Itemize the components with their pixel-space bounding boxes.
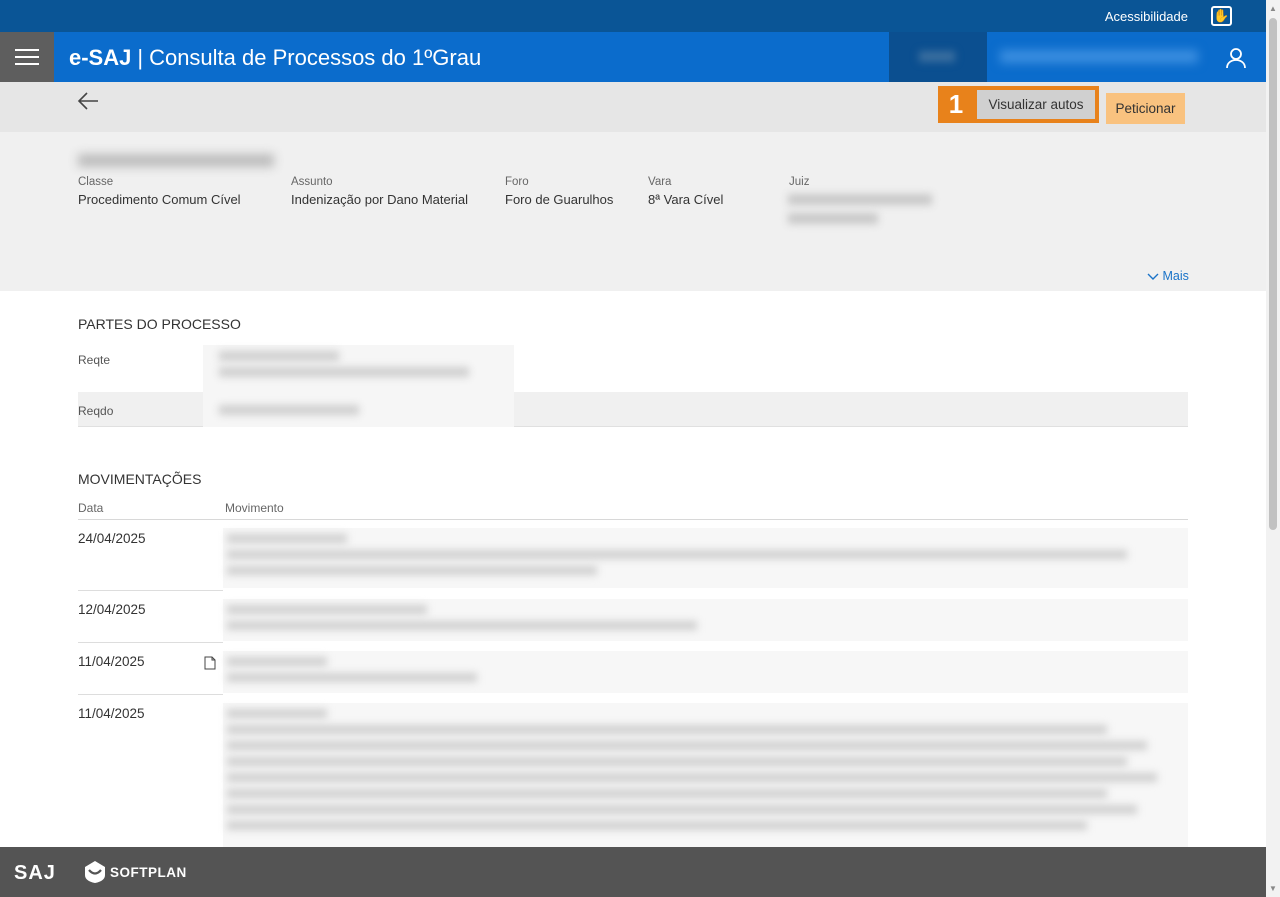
accessibility-link[interactable]: Acessibilidade: [1105, 9, 1188, 24]
court-field: Vara 8ª Vara Cível: [648, 176, 724, 207]
scrollbar[interactable]: ▲ ▼: [1266, 0, 1280, 897]
footer: SAJ SOFTPLAN: [0, 847, 1266, 897]
hamburger-icon: [15, 49, 39, 51]
chevron-down-icon: [1147, 273, 1159, 280]
brand-name: e-SAJ: [69, 45, 132, 70]
softplan-logo-label: SOFTPLAN: [110, 865, 187, 880]
main-content: PARTES DO PROCESSO Reqte Reqdo MOVIMENTA…: [0, 291, 1266, 847]
movements-title: MOVIMENTAÇÕES: [78, 471, 202, 487]
step-badge: 1: [938, 86, 974, 123]
hand-icon[interactable]: ✋: [1211, 6, 1232, 26]
app-title: e-SAJ | Consulta de Processos do 1ºGrau: [69, 45, 482, 70]
action-toolbar: 1 Visualizar autos Peticionar: [0, 82, 1266, 132]
redacted-judge-name: [788, 194, 932, 234]
movements-header: Data Movimento: [78, 501, 1188, 520]
redacted-party: [203, 392, 514, 427]
redacted-area: [889, 32, 987, 82]
view-records-button[interactable]: Visualizar autos: [973, 86, 1099, 123]
scroll-down-icon[interactable]: ▼: [1269, 884, 1277, 893]
softplan-logo-icon: [85, 861, 105, 883]
table-row: 11/04/2025: [78, 695, 1188, 847]
arrow-left-icon[interactable]: [76, 90, 100, 112]
app-header: e-SAJ | Consulta de Processos do 1ºGrau: [0, 32, 1266, 82]
top-bar: Acessibilidade ✋: [0, 0, 1266, 32]
scroll-up-icon[interactable]: ▲: [1269, 4, 1277, 13]
document-icon[interactable]: [204, 656, 216, 670]
saj-logo: SAJ: [14, 862, 56, 884]
redacted-user-name: [1000, 50, 1198, 63]
page-title: Consulta de Processos do 1ºGrau: [149, 45, 482, 70]
parties-title: PARTES DO PROCESSO: [78, 316, 241, 332]
redacted-party: [203, 345, 514, 392]
petition-button[interactable]: Peticionar: [1106, 93, 1185, 124]
user-icon[interactable]: [1224, 46, 1248, 70]
process-summary: Classe Procedimento Comum Cível Assunto …: [0, 132, 1266, 291]
forum-field: Foro Foro de Guarulhos: [505, 176, 614, 207]
table-row: 12/04/2025: [78, 591, 1188, 643]
class-field: Classe Procedimento Comum Cível: [78, 176, 241, 207]
redacted-movement: [223, 703, 1188, 847]
menu-button[interactable]: [0, 32, 54, 82]
more-link[interactable]: Mais: [1147, 269, 1189, 283]
scroll-thumb[interactable]: [1269, 18, 1277, 530]
redacted-movement: [223, 528, 1188, 588]
redacted-process-number: [78, 154, 274, 167]
judge-field: Juiz: [789, 176, 810, 188]
redacted-movement: [223, 599, 1188, 641]
redacted-movement: [223, 651, 1188, 693]
table-row: 24/04/2025: [78, 520, 1188, 591]
table-row: 11/04/2025: [78, 643, 1188, 695]
subject-field: Assunto Indenização por Dano Material: [291, 176, 469, 207]
